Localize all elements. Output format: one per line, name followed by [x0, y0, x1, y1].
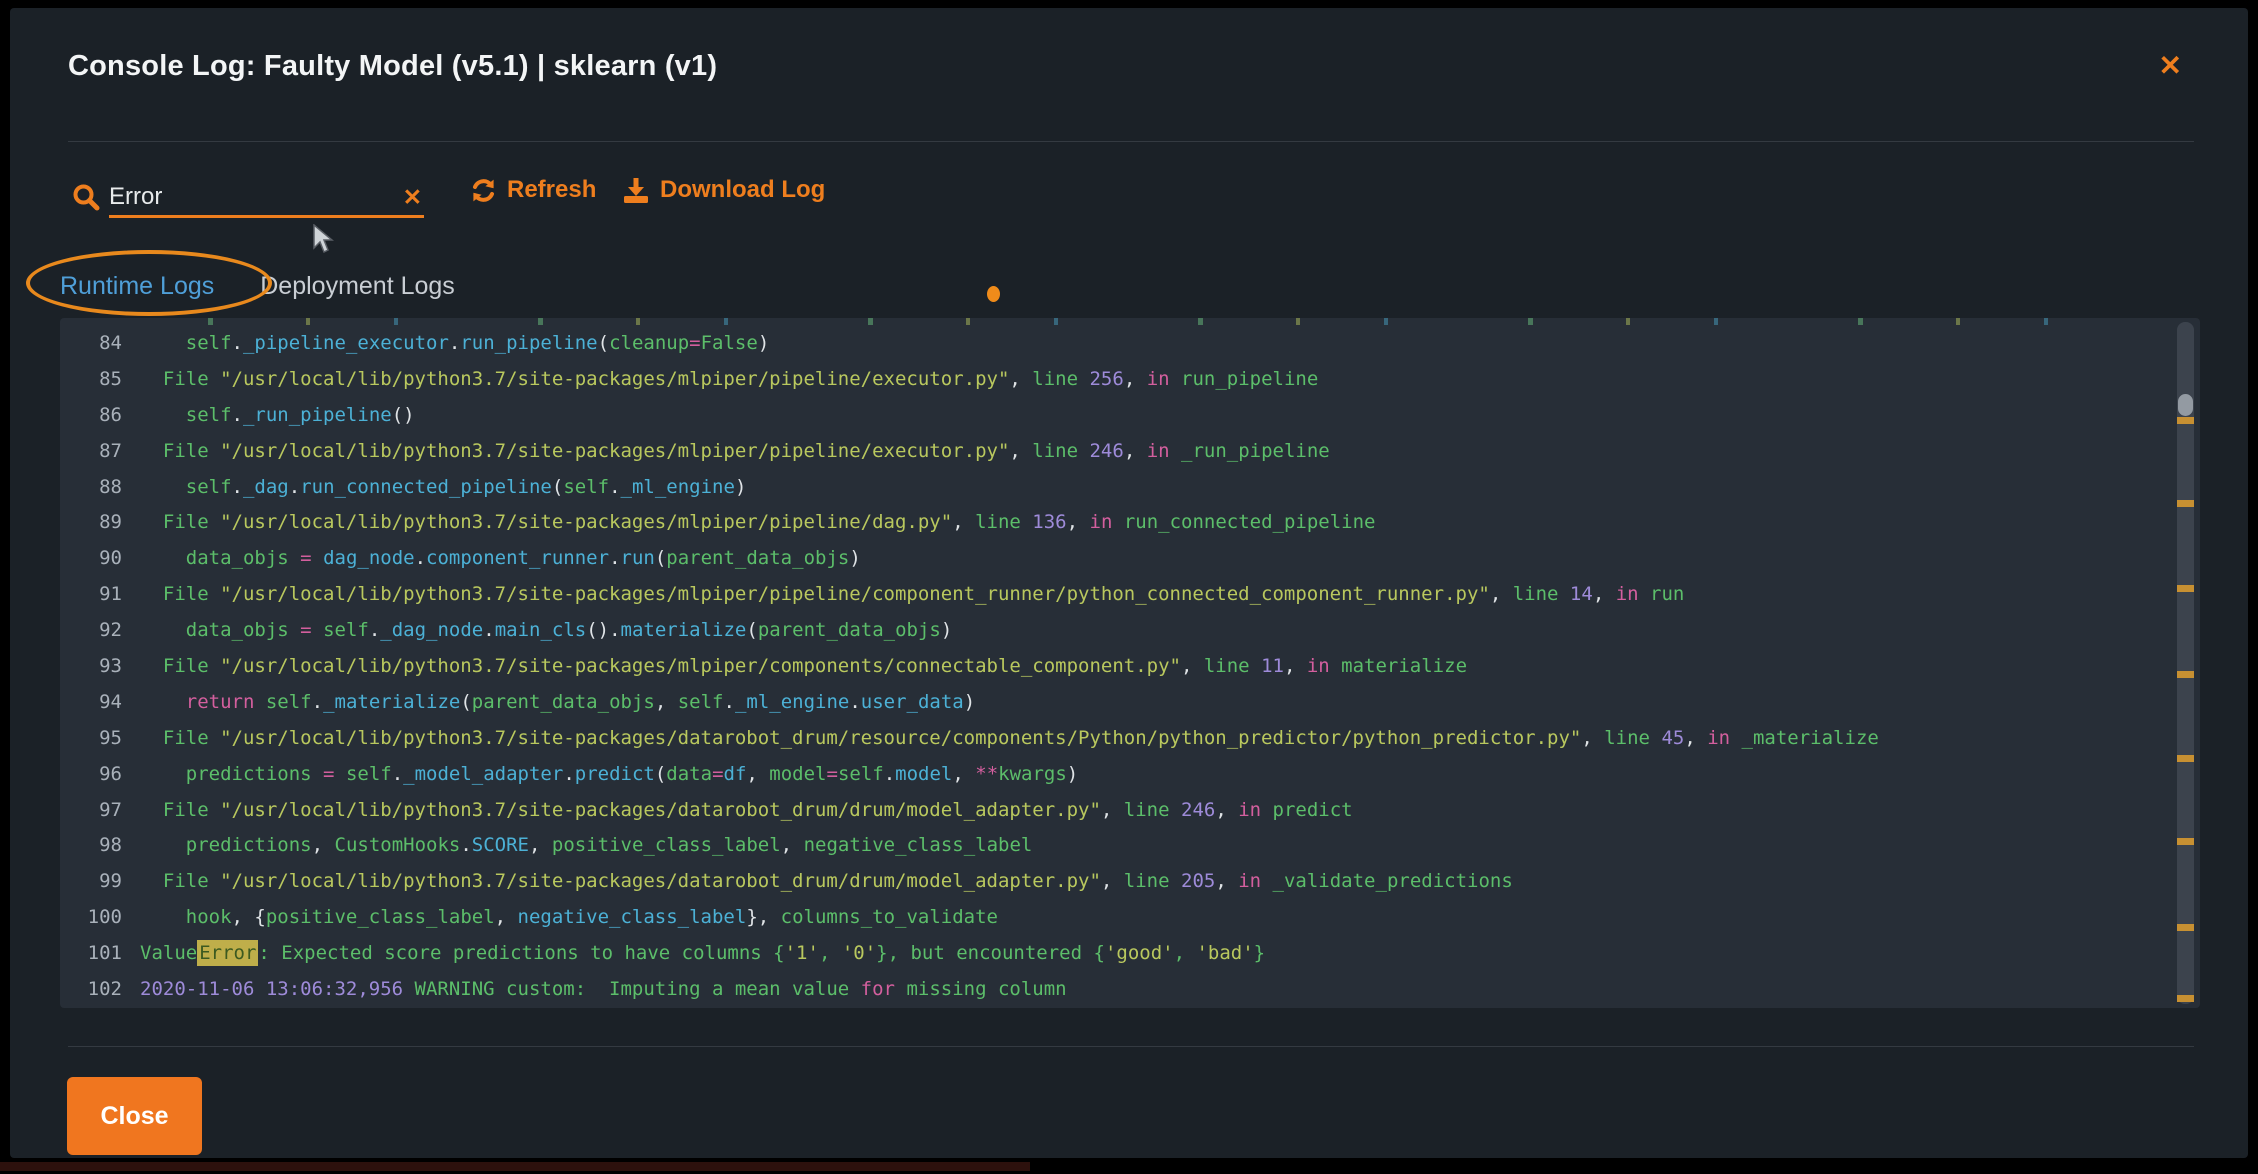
footer-divider	[68, 1046, 2194, 1047]
log-line: 89 File "/usr/local/lib/python3.7/site-p…	[60, 504, 2200, 540]
tab-runtime-logs[interactable]: Runtime Logs	[60, 272, 214, 301]
search-match-mark	[2177, 671, 2194, 678]
log-line-text: self._run_pipeline()	[140, 404, 415, 426]
mouse-cursor	[312, 224, 334, 254]
line-number: 102	[60, 978, 122, 1000]
log-line: 85 File "/usr/local/lib/python3.7/site-p…	[60, 361, 2200, 397]
log-line-text: data_objs = self._dag_node.main_cls().ma…	[140, 619, 952, 641]
line-number: 85	[60, 368, 122, 390]
log-line-text: hook, {positive_class_label, negative_cl…	[140, 906, 998, 928]
log-line: 102 2020-11-06 13:06:32,956 WARNING custo…	[60, 971, 2200, 1007]
log-line: 97 File "/usr/local/lib/python3.7/site-p…	[60, 792, 2200, 828]
line-number: 98	[60, 834, 122, 856]
log-line-text: data_objs = dag_node.component_runner.ru…	[140, 547, 861, 569]
log-line-text: File "/usr/local/lib/python3.7/site-pack…	[140, 799, 1353, 821]
log-tabs: Runtime Logs Deployment Logs	[60, 272, 455, 301]
line-number: 94	[60, 691, 122, 713]
log-line-text: File "/usr/local/lib/python3.7/site-pack…	[140, 655, 1467, 677]
search-match-mark	[2177, 755, 2194, 762]
close-button[interactable]: Close	[67, 1077, 202, 1155]
line-number: 93	[60, 655, 122, 677]
search-match-mark	[2177, 995, 2194, 1002]
log-line-text: File "/usr/local/lib/python3.7/site-pack…	[140, 583, 1684, 605]
download-log-button[interactable]: Download Log	[622, 176, 825, 204]
log-line: 88 self._dag.run_connected_pipeline(self…	[60, 469, 2200, 505]
orange-dot-annotation	[987, 286, 1000, 302]
line-number: 97	[60, 799, 122, 821]
log-line: 94 return self._materialize(parent_data_…	[60, 684, 2200, 720]
search-underline: ✕	[109, 183, 424, 218]
tab-deployment-logs[interactable]: Deployment Logs	[260, 272, 455, 301]
log-line-text: ValueError: Expected score predictions t…	[140, 942, 1265, 964]
line-number: 99	[60, 870, 122, 892]
line-number: 95	[60, 727, 122, 749]
log-line: 95 File "/usr/local/lib/python3.7/site-p…	[60, 720, 2200, 756]
log-line: 101 ValueError: Expected score prediction…	[60, 935, 2200, 971]
refresh-label: Refresh	[507, 176, 596, 204]
header-divider	[68, 141, 2194, 142]
log-line: 86 self._run_pipeline()	[60, 397, 2200, 433]
search-match-mark	[2177, 924, 2194, 931]
search-match-mark	[2177, 417, 2194, 424]
line-number: 101	[60, 942, 122, 964]
line-number: 92	[60, 619, 122, 641]
scrollbar-thumb[interactable]	[2178, 394, 2193, 416]
clear-search-icon[interactable]: ✕	[401, 184, 424, 211]
line-number: 100	[60, 906, 122, 928]
log-line: 99 File "/usr/local/lib/python3.7/site-p…	[60, 863, 2200, 899]
search-match-mark	[2177, 838, 2194, 845]
log-line-text: File "/usr/local/lib/python3.7/site-pack…	[140, 511, 1376, 533]
search-match-mark	[2177, 585, 2194, 592]
log-line-text: predictions = self._model_adapter.predic…	[140, 763, 1078, 785]
line-number: 91	[60, 583, 122, 605]
log-line-text: self._pipeline_executor.run_pipeline(cle…	[140, 332, 769, 354]
page-title: Console Log: Faulty Model (v5.1) | sklea…	[68, 50, 717, 83]
search-input[interactable]	[109, 183, 401, 211]
log-line-text: File "/usr/local/lib/python3.7/site-pack…	[140, 870, 1513, 892]
log-line: 100 hook, {positive_class_label, negativ…	[60, 899, 2200, 935]
line-number: 90	[60, 547, 122, 569]
log-line: 96 predictions = self._model_adapter.pre…	[60, 756, 2200, 792]
log-line: 93 File "/usr/local/lib/python3.7/site-p…	[60, 648, 2200, 684]
refresh-icon	[470, 177, 497, 204]
download-icon	[622, 176, 650, 204]
log-line: 90 data_objs = dag_node.component_runner…	[60, 540, 2200, 576]
console-log-modal: Console Log: Faulty Model (v5.1) | sklea…	[10, 8, 2248, 1158]
clipped-log-line	[156, 318, 2160, 325]
close-icon[interactable]: ✕	[2159, 52, 2182, 80]
refresh-button[interactable]: Refresh	[470, 176, 596, 204]
log-line-text: self._dag.run_connected_pipeline(self._m…	[140, 476, 746, 498]
log-line-text: predictions, CustomHooks.SCORE, positive…	[140, 834, 1032, 856]
line-number: 88	[60, 476, 122, 498]
background-page-strip	[0, 1162, 1030, 1171]
log-line-text: File "/usr/local/lib/python3.7/site-pack…	[140, 727, 1879, 749]
log-line-text: 2020-11-06 13:06:32,956 WARNING custom: …	[140, 978, 1067, 1000]
log-scrollbar[interactable]	[2177, 322, 2194, 1004]
log-line-text: File "/usr/local/lib/python3.7/site-pack…	[140, 368, 1318, 390]
line-number: 84	[60, 332, 122, 354]
log-lines-container: 84 self._pipeline_executor.run_pipeline(…	[60, 325, 2200, 1007]
search-icon	[72, 183, 100, 211]
search-field: ✕	[72, 168, 424, 218]
line-number: 89	[60, 511, 122, 533]
log-line: 98 predictions, CustomHooks.SCORE, posit…	[60, 827, 2200, 863]
log-line-text: return self._materialize(parent_data_obj…	[140, 691, 975, 713]
search-match-mark	[2177, 500, 2194, 507]
line-number: 86	[60, 404, 122, 426]
log-viewer[interactable]: 84 self._pipeline_executor.run_pipeline(…	[60, 318, 2200, 1008]
log-line-text: File "/usr/local/lib/python3.7/site-pack…	[140, 440, 1330, 462]
line-number: 87	[60, 440, 122, 462]
log-line: 91 File "/usr/local/lib/python3.7/site-p…	[60, 576, 2200, 612]
line-number: 96	[60, 763, 122, 785]
log-line: 92 data_objs = self._dag_node.main_cls()…	[60, 612, 2200, 648]
download-log-label: Download Log	[660, 176, 825, 204]
log-line: 87 File "/usr/local/lib/python3.7/site-p…	[60, 433, 2200, 469]
log-line: 84 self._pipeline_executor.run_pipeline(…	[60, 325, 2200, 361]
